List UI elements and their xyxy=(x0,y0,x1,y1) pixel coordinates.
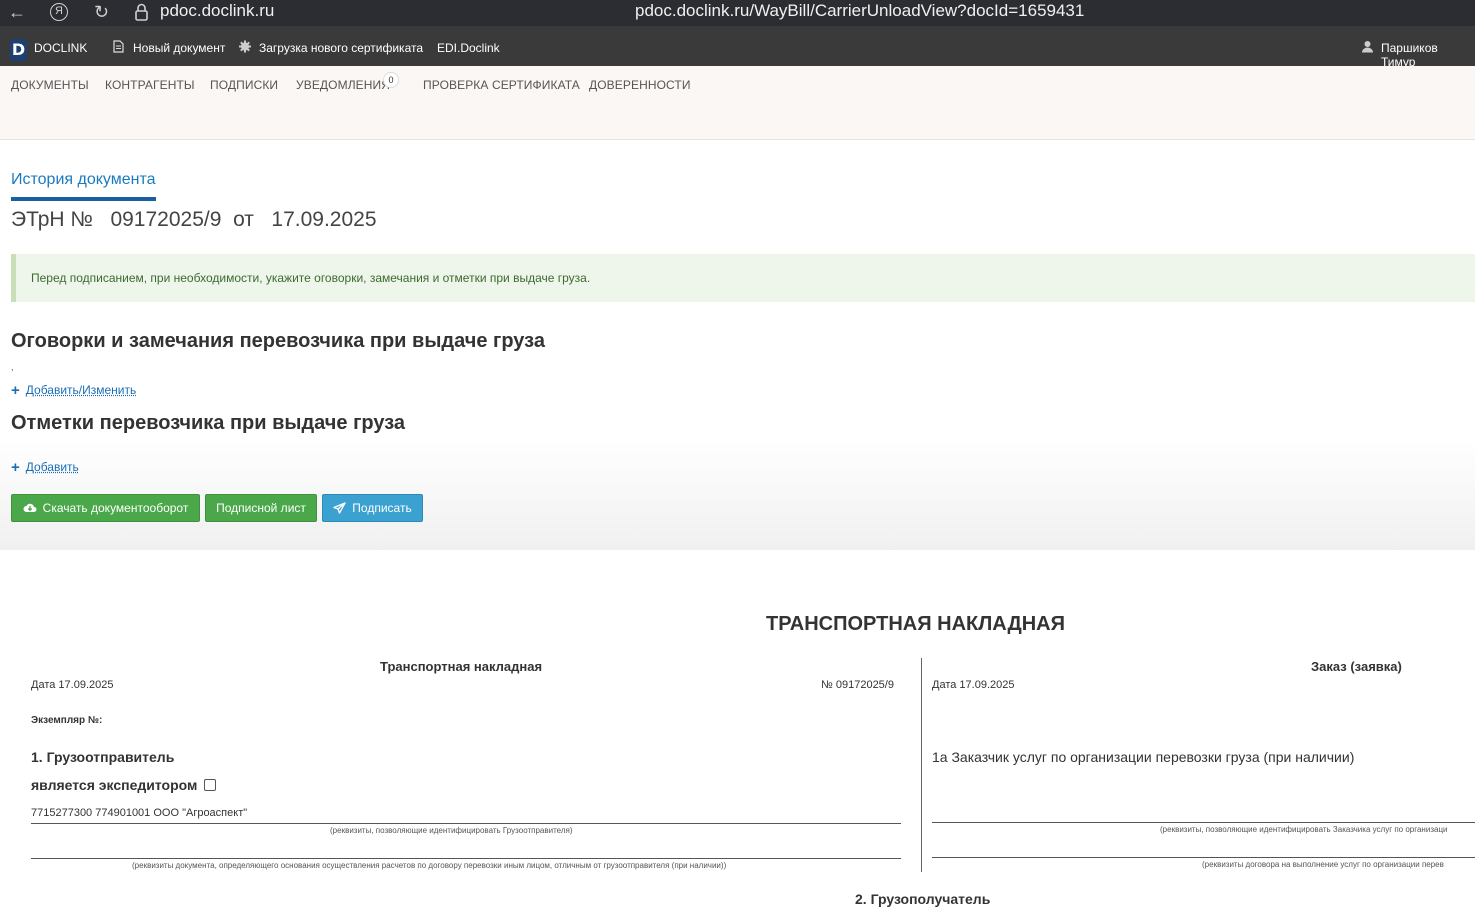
doclink-logo-icon[interactable]: D xyxy=(10,39,27,61)
signature-sheet-button[interactable]: Подписной лист xyxy=(205,494,317,522)
contract-caption: (реквизиты договора на выполнение услуг … xyxy=(1202,860,1444,869)
edi-link[interactable]: EDI.Doclink xyxy=(437,41,500,55)
nav-check-certificate[interactable]: ПРОВЕРКА СЕРТИФИКАТА xyxy=(423,78,580,92)
marks-heading: Отметки перевозчика при выдаче груза xyxy=(11,412,406,434)
plus-icon: + xyxy=(11,459,20,476)
copy-number-label: Экземпляр №: xyxy=(31,715,103,726)
main-navigation: ДОКУМЕНТЫ КОНТРАГЕНТЫ ПОДПИСКИ УВЕДОМЛЕН… xyxy=(0,66,1475,140)
nav-notifications[interactable]: УВЕДОМЛЕНИЯ xyxy=(296,78,390,92)
customer-heading: 1а Заказчик услуг по организации перевоз… xyxy=(932,749,1355,765)
nav-counterparties[interactable]: КОНТРАГЕНТЫ xyxy=(105,78,195,92)
order-header: Заказ (заявка) xyxy=(1311,659,1402,674)
cloud-download-icon xyxy=(23,504,37,513)
document-title: ТРАНСПОРТНАЯ НАКЛАДНАЯ xyxy=(766,613,1065,635)
add-marks-link[interactable]: + Добавить xyxy=(11,458,79,476)
add-label[interactable]: Добавить xyxy=(26,460,79,474)
reload-icon[interactable]: ↻ xyxy=(94,1,109,23)
lock-icon xyxy=(135,3,148,21)
download-workflow-button[interactable]: Скачать документооборот xyxy=(11,494,200,522)
notifications-count-badge: 0 xyxy=(383,72,399,88)
waybill-number: № 09172025/9 xyxy=(821,679,894,691)
address-domain[interactable]: pdoc.doclink.ru xyxy=(160,1,274,21)
new-document-link[interactable]: Новый документ xyxy=(133,41,225,55)
settlement-caption: (реквизиты документа, определяющего осно… xyxy=(132,861,727,870)
waybill-header: Транспортная накладная xyxy=(380,659,543,674)
tab-document-history[interactable]: История документа xyxy=(11,171,156,189)
sign-button[interactable]: Подписать xyxy=(322,494,423,522)
consignee-heading: 2. Грузополучатель xyxy=(855,891,991,907)
paper-plane-icon xyxy=(333,502,346,514)
nav-power-of-attorney[interactable]: ДОВЕРЕННОСТИ xyxy=(589,78,691,92)
plus-icon: + xyxy=(11,382,20,399)
download-label: Скачать документооборот xyxy=(42,501,189,515)
customer-caption: (реквизиты, позволяющие идентифицировать… xyxy=(1160,825,1448,834)
app-header: D DOCLINK Новый документ Загрузка нового… xyxy=(0,26,1475,69)
shipper-value: 7715277300 774901001 ООО "Агроаспект" xyxy=(31,807,248,819)
shipper-heading: 1. Грузоотправитель xyxy=(31,749,175,765)
certificate-gear-icon xyxy=(239,40,251,53)
customer-underline xyxy=(932,822,1475,823)
signature-sheet-label: Подписной лист xyxy=(216,501,306,515)
order-date: Дата 17.09.2025 xyxy=(932,679,1015,691)
upload-certificate-link[interactable]: Загрузка нового сертификата xyxy=(259,41,423,55)
contract-underline xyxy=(932,857,1475,858)
add-edit-label[interactable]: Добавить/Изменить xyxy=(26,383,137,397)
column-divider xyxy=(921,658,922,872)
forwarder-checkbox[interactable] xyxy=(204,779,216,791)
brand-name[interactable]: DOCLINK xyxy=(34,41,87,55)
add-edit-remarks-link[interactable]: + Добавить/Изменить xyxy=(11,381,137,399)
yandex-icon[interactable]: Я xyxy=(50,3,68,21)
nav-subscriptions[interactable]: ПОДПИСКИ xyxy=(210,78,278,92)
remarks-value: , xyxy=(11,362,14,372)
address-url[interactable]: pdoc.doclink.ru/WayBill/CarrierUnloadVie… xyxy=(635,1,1084,21)
tab-active-underline xyxy=(11,197,156,201)
user-name[interactable]: Паршиков Тимур xyxy=(1381,41,1475,69)
waybill-date: Дата 17.09.2025 xyxy=(31,679,114,691)
back-arrow-icon[interactable]: ← xyxy=(8,1,26,23)
browser-toolbar: ← Я ↻ pdoc.doclink.ru pdoc.doclink.ru/Wa… xyxy=(0,0,1475,26)
settlement-underline xyxy=(31,858,901,859)
sign-label: Подписать xyxy=(352,501,412,515)
nav-documents[interactable]: ДОКУМЕНТЫ xyxy=(11,78,89,92)
alert-text: Перед подписанием, при необходимости, ук… xyxy=(31,271,591,285)
document-icon xyxy=(113,40,124,53)
remarks-heading: Оговорки и замечания перевозчика при выд… xyxy=(11,330,545,352)
shipper-underline xyxy=(31,823,901,824)
page-title: ЭТрН № 09172025/9 от 17.09.2025 xyxy=(11,208,377,231)
info-alert: Перед подписанием, при необходимости, ук… xyxy=(11,254,1475,302)
forwarder-label: является экспедитором xyxy=(31,777,198,793)
shipper-caption: (реквизиты, позволяющие идентифицировать… xyxy=(330,826,573,835)
user-icon xyxy=(1362,41,1373,53)
